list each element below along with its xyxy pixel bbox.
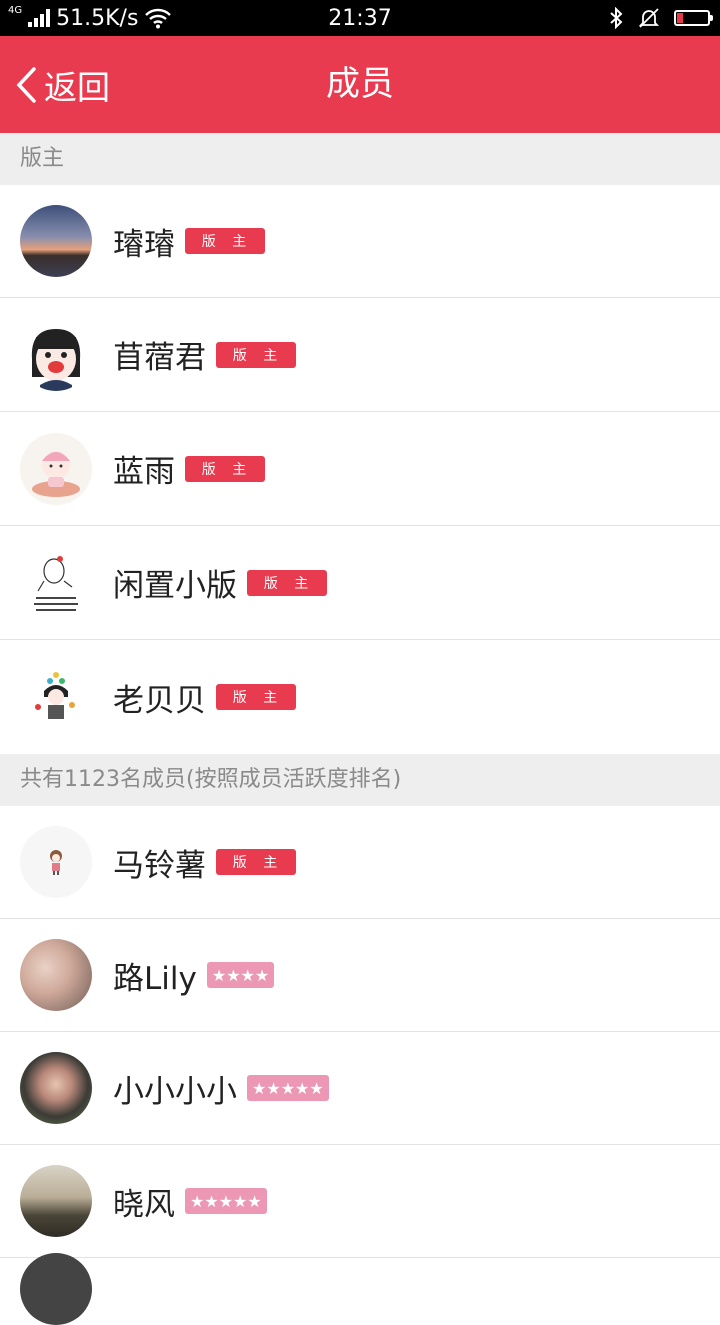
avatar bbox=[20, 205, 92, 277]
bluetooth-icon bbox=[610, 7, 623, 29]
avatar bbox=[20, 1052, 92, 1124]
member-name: 马铃薯 bbox=[113, 847, 206, 884]
member-name: 老贝贝 bbox=[113, 682, 206, 719]
member-row[interactable]: 小小小小 ★★★★★ bbox=[0, 1032, 720, 1145]
member-row[interactable]: 蓝雨 版 主 bbox=[0, 412, 720, 526]
avatar bbox=[20, 1253, 92, 1325]
mute-bell-icon bbox=[638, 8, 660, 28]
member-row[interactable] bbox=[0, 1253, 720, 1325]
star-rating-badge: ★★★★★ bbox=[185, 1188, 267, 1214]
section-header-members: 共有1123名成员(按照成员活跃度排名) bbox=[0, 754, 720, 806]
member-name: 路Lily bbox=[113, 960, 197, 997]
member-name: 闲置小版 bbox=[113, 568, 237, 604]
moderator-badge: 版 主 bbox=[216, 341, 296, 368]
member-name: 璿璿 bbox=[113, 226, 175, 263]
avatar bbox=[20, 939, 92, 1011]
member-row[interactable]: 晓风 ★★★★★ bbox=[0, 1145, 720, 1258]
avatar bbox=[20, 826, 92, 898]
chevron-left-icon bbox=[16, 66, 36, 103]
back-button[interactable]: 返回 bbox=[14, 36, 110, 133]
moderator-badge: 版 主 bbox=[185, 455, 265, 482]
avatar bbox=[20, 661, 92, 733]
member-name: 晓风 bbox=[113, 1186, 175, 1223]
moderator-badge: 版 主 bbox=[247, 569, 327, 596]
member-row[interactable]: 璿璿 版 主 bbox=[0, 185, 720, 298]
member-row[interactable]: 马铃薯 版 主 bbox=[0, 806, 720, 919]
moderator-badge: 版 主 bbox=[216, 849, 296, 875]
section-header-moderators: 版主 bbox=[0, 133, 720, 185]
star-rating-badge: ★★★★★ bbox=[247, 1075, 329, 1101]
moderator-badge: 版 主 bbox=[185, 228, 265, 254]
member-name: 苜蓿君 bbox=[113, 340, 206, 376]
member-row[interactable]: 苜蓿君 版 主 bbox=[0, 298, 720, 412]
member-name: 小小小小 bbox=[113, 1073, 237, 1110]
member-row[interactable]: 老贝贝 版 主 bbox=[0, 640, 720, 754]
battery-icon bbox=[674, 10, 713, 26]
avatar bbox=[20, 318, 92, 391]
app-header: 返回 成员 bbox=[0, 36, 720, 133]
avatar bbox=[20, 432, 92, 505]
member-row[interactable]: 路Lily ★★★★ bbox=[0, 919, 720, 1032]
member-row[interactable]: 闲置小版 版 主 bbox=[0, 526, 720, 640]
avatar bbox=[20, 1165, 92, 1237]
moderator-badge: 版 主 bbox=[216, 684, 296, 710]
avatar bbox=[20, 546, 92, 619]
back-label: 返回 bbox=[44, 67, 110, 107]
status-bar: 4G 51.5K/s 21:37 bbox=[0, 0, 720, 36]
member-name: 蓝雨 bbox=[113, 454, 175, 490]
star-rating-badge: ★★★★ bbox=[206, 962, 275, 988]
